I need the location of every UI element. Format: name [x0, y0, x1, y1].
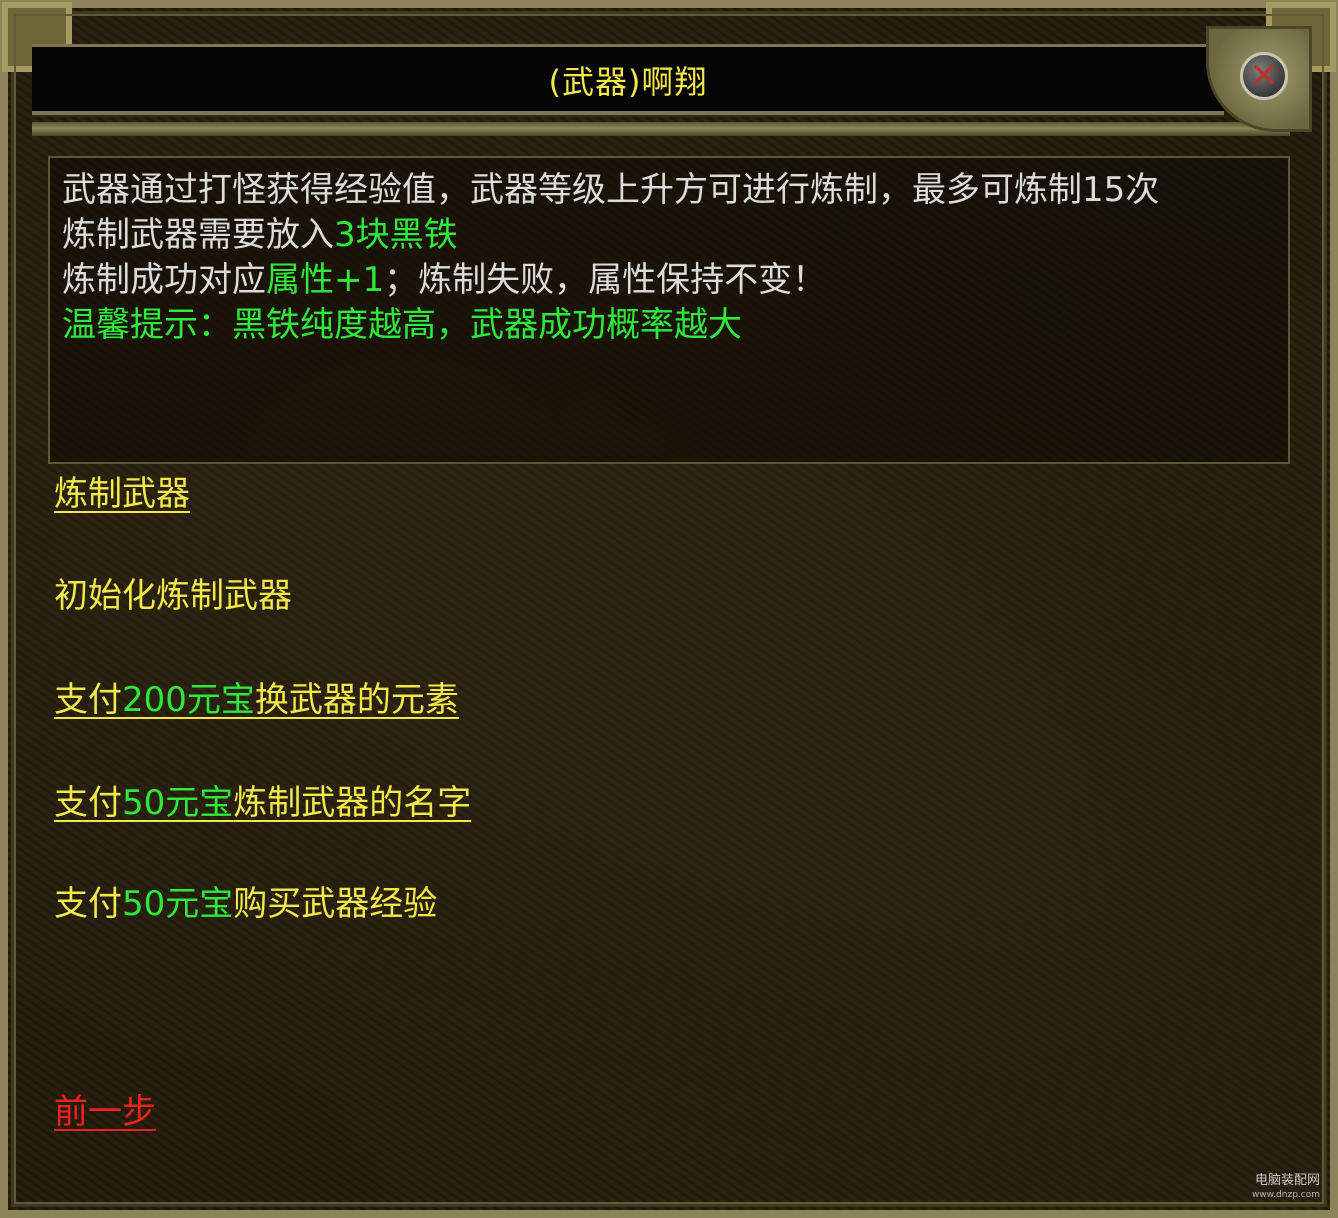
close-button[interactable]: ✕ [1240, 52, 1288, 100]
watermark-text: 电脑装配网 [1254, 1173, 1320, 1188]
price-highlight: 50元宝 [122, 884, 234, 924]
watermark-url: www.dnzp.com [1251, 1190, 1320, 1200]
reset-refine-option[interactable]: 初始化炼制武器 [54, 576, 292, 616]
attribute-highlight: 属性+1 [266, 260, 385, 300]
info-line-tip: 温馨提示：黑铁纯度越高，武器成功概率越大 [62, 305, 742, 345]
info-text: ；炼制失败，属性保持不变！ [384, 260, 827, 300]
refine-weapon-link[interactable]: 炼制武器 [54, 474, 190, 514]
option-text: 支付 [54, 783, 122, 823]
price-highlight: 50元宝 [122, 783, 234, 823]
info-text: 炼制武器需要放入 [62, 215, 334, 255]
buy-exp-option[interactable]: 支付50元宝购买武器经验 [54, 884, 437, 924]
option-text: 购买武器经验 [233, 884, 438, 924]
close-icon: ✕ [1249, 56, 1279, 96]
dialog-title: (武器)啊翔 [548, 63, 708, 101]
title-bar: (武器)啊翔 [32, 44, 1224, 115]
npc-dialog-window: (武器)啊翔 ✕ 武器通过打怪获得经验值，武器等级上升方可进行炼制，最多可炼制1… [0, 0, 1338, 1218]
option-text: 支付 [54, 680, 122, 720]
buy-element-link[interactable]: 支付200元宝换武器的元素 [54, 680, 459, 720]
price-highlight: 200元宝 [122, 680, 255, 720]
option-text: 换武器的元素 [254, 680, 459, 720]
back-link[interactable]: 前一步 [54, 1092, 156, 1132]
info-line-result: 炼制成功对应属性+1；炼制失败，属性保持不变！ [62, 258, 1276, 303]
buy-name-link[interactable]: 支付50元宝炼制武器的名字 [54, 783, 471, 823]
option-text: 炼制武器的名字 [233, 783, 472, 823]
watermark: 电脑装配网 www.dnzp.com [1252, 1174, 1320, 1202]
material-highlight: 3块黑铁 [334, 215, 458, 255]
option-text: 支付 [54, 884, 122, 924]
title-divider [32, 122, 1290, 136]
info-panel: 武器通过打怪获得经验值，武器等级上升方可进行炼制，最多可炼制15次 炼制武器需要… [48, 156, 1290, 464]
info-text: 炼制成功对应 [62, 260, 266, 300]
info-line-exp: 武器通过打怪获得经验值，武器等级上升方可进行炼制，最多可炼制15次 [62, 170, 1160, 210]
info-line-material: 炼制武器需要放入3块黑铁 [62, 213, 1276, 258]
